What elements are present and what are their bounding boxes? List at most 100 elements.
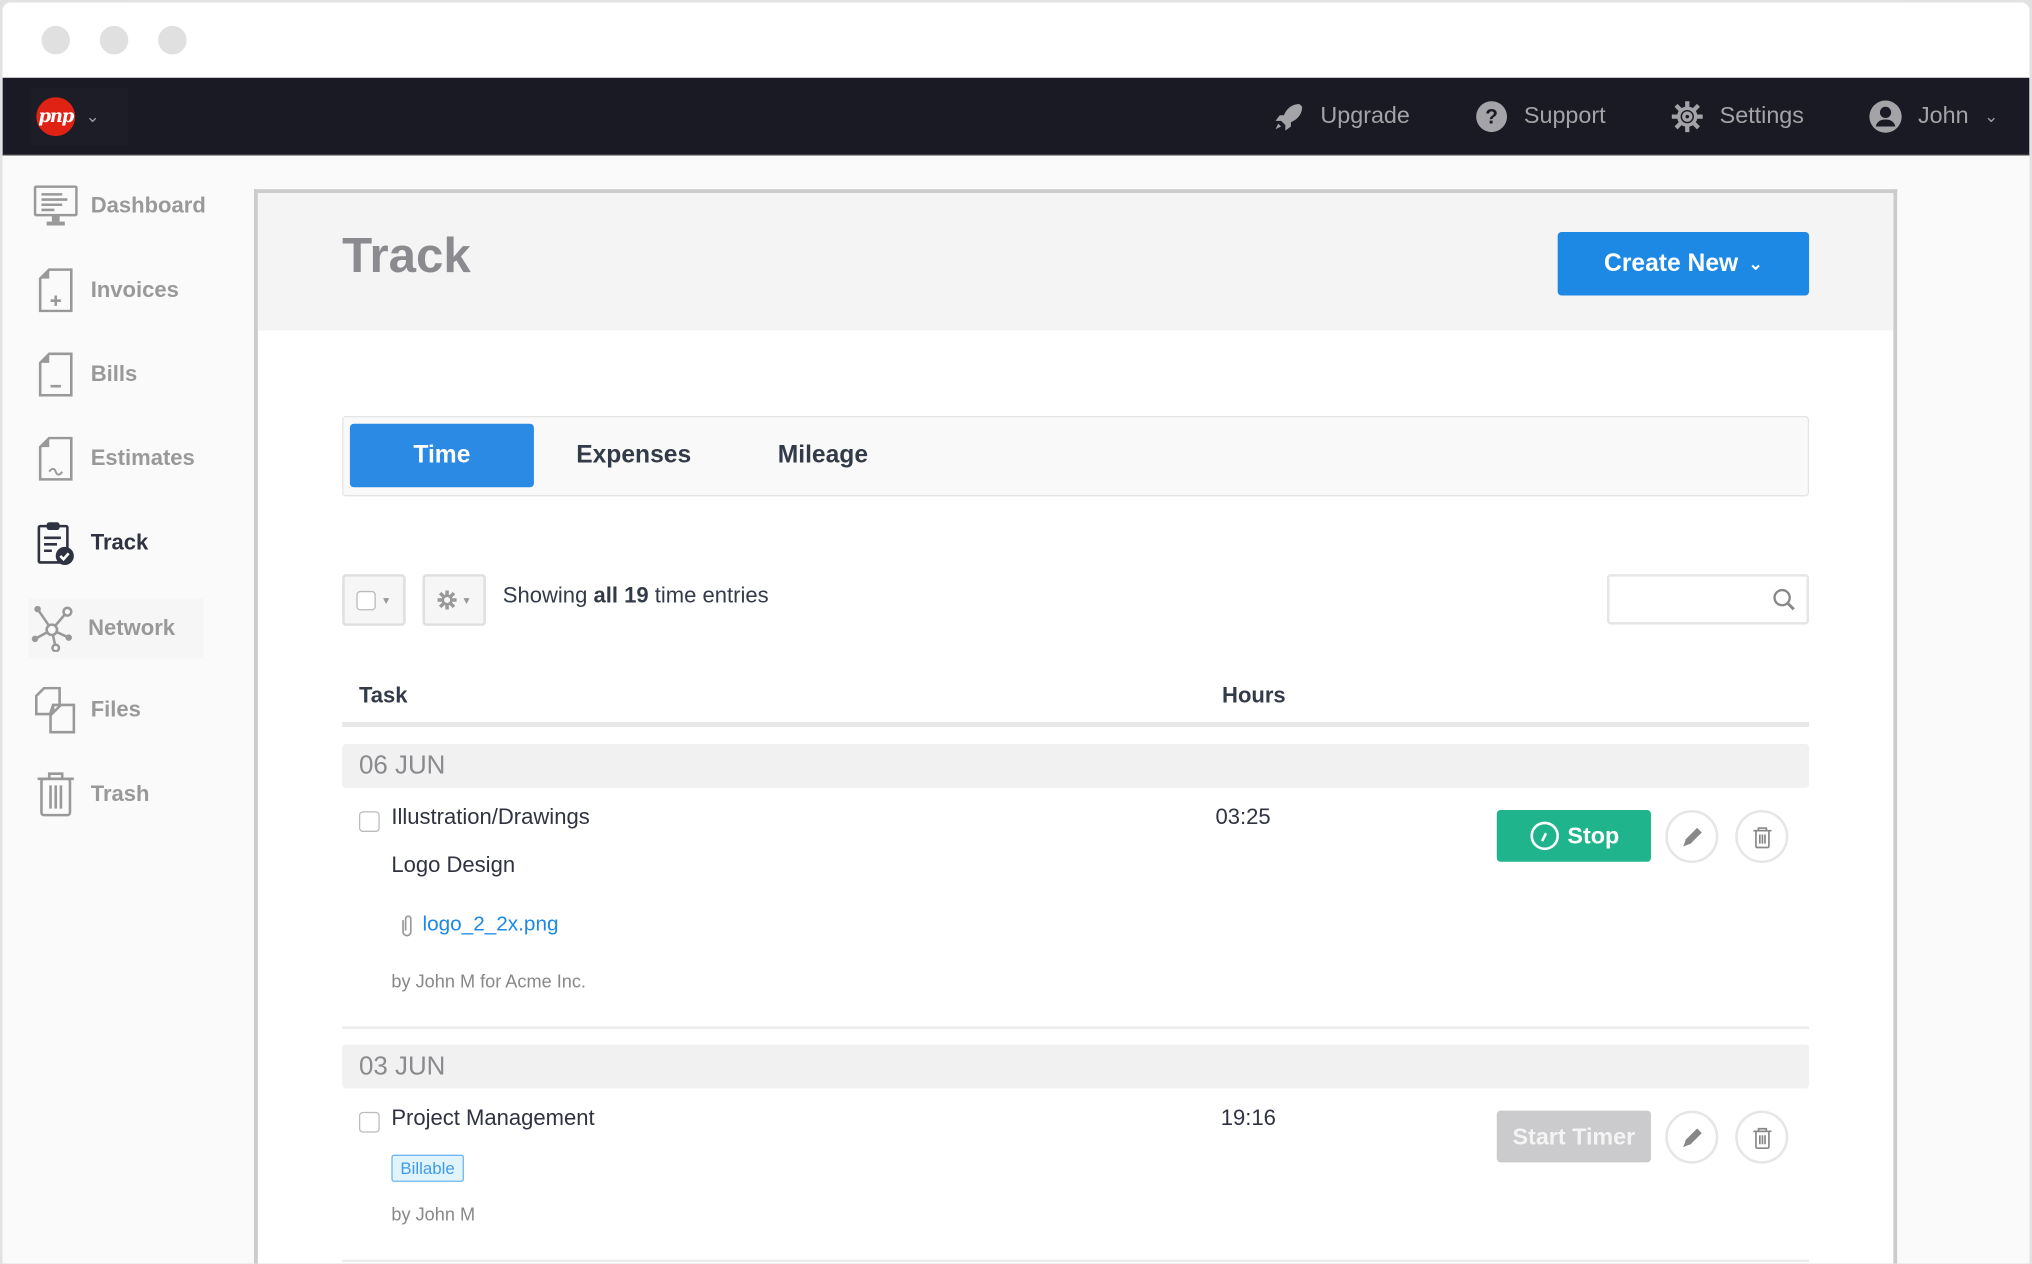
- row-checkbox[interactable]: [358, 1111, 380, 1133]
- pencil-icon: [1682, 1127, 1702, 1147]
- bulk-actions-dropdown[interactable]: ▼: [422, 574, 486, 626]
- track-tabs: Time Expenses Mileage: [342, 415, 1810, 497]
- entries-count-text: Showing all 19 time entries: [503, 583, 769, 609]
- start-timer-label: Start Timer: [1512, 1122, 1636, 1149]
- task-name: Project Management: [391, 1105, 595, 1131]
- edit-entry-button[interactable]: [1665, 809, 1719, 864]
- entry-meta: by John M: [391, 1203, 476, 1225]
- title-bar: [2, 2, 2030, 77]
- pencil-icon: [1682, 827, 1702, 846]
- search-icon[interactable]: [1773, 588, 1796, 611]
- gear-icon: [1671, 100, 1703, 132]
- nav-user-label: John: [1917, 102, 1969, 129]
- task-name: Illustration/Drawings: [391, 804, 590, 830]
- nav-user-menu[interactable]: John ⌄: [1869, 99, 1999, 133]
- sidebar-item-network[interactable]: Network: [28, 598, 204, 659]
- sidebar-item-label: Files: [90, 697, 141, 722]
- stop-label: Stop: [1567, 822, 1620, 849]
- nav-settings[interactable]: Settings: [1670, 99, 1804, 133]
- date-group-header: 03 JUN: [342, 1044, 1810, 1089]
- showing-prefix: Showing: [502, 583, 588, 608]
- task-hours: 03:25: [1215, 804, 1271, 830]
- column-task[interactable]: Task: [359, 683, 408, 709]
- monitor-icon: [31, 183, 80, 230]
- list-toolbar: ▼ ▼ Showing all 19 time entries: [342, 574, 1810, 626]
- sidebar: Dashboard Invoices Bills Estimates Track…: [2, 155, 252, 1264]
- files-icon: [31, 686, 80, 734]
- nav-upgrade[interactable]: Upgrade: [1271, 99, 1410, 133]
- page-header: Track Create New ⌄: [257, 193, 1894, 331]
- sidebar-item-track[interactable]: Track: [31, 514, 148, 571]
- column-hours[interactable]: Hours: [1222, 683, 1286, 709]
- sidebar-item-invoices[interactable]: Invoices: [31, 262, 179, 319]
- network-icon: [29, 605, 78, 652]
- sidebar-item-files[interactable]: Files: [31, 682, 141, 739]
- sidebar-item-dashboard[interactable]: Dashboard: [31, 178, 206, 235]
- sidebar-item-estimates[interactable]: Estimates: [31, 430, 195, 487]
- sidebar-item-label: Invoices: [90, 277, 179, 302]
- window-close-button[interactable]: [41, 25, 70, 55]
- sidebar-item-label: Trash: [90, 781, 150, 807]
- rocket-icon: [1275, 103, 1303, 131]
- tab-time[interactable]: Time: [349, 423, 534, 488]
- sidebar-item-label: Bills: [90, 361, 138, 387]
- window-minimize-button[interactable]: [99, 25, 129, 55]
- select-all-dropdown[interactable]: ▼: [342, 574, 406, 626]
- main-panel: Track Create New ⌄ Time Expenses Mileage …: [253, 189, 1898, 1264]
- caret-down-icon: ▼: [461, 594, 472, 606]
- table-row: Project Management 19:16 Billable by Joh…: [342, 1100, 1809, 1256]
- invoice-icon: [31, 267, 80, 314]
- logo: pnp: [36, 97, 76, 137]
- bill-icon: [31, 351, 80, 398]
- search-input[interactable]: [1617, 576, 1766, 620]
- clipboard-check-icon: [31, 520, 80, 567]
- stop-timer-button[interactable]: Stop: [1496, 809, 1651, 862]
- sidebar-item-bills[interactable]: Bills: [31, 346, 137, 403]
- sidebar-item-label: Track: [90, 530, 149, 555]
- checkbox-icon: [356, 590, 376, 610]
- edit-entry-button[interactable]: [1665, 1110, 1719, 1164]
- nav-settings-label: Settings: [1719, 102, 1804, 129]
- app-window: pnp ⌄ Upgrade ? Support Settings John ⌄: [2, 2, 2030, 1264]
- sidebar-item-label: Network: [88, 615, 176, 641]
- chevron-down-icon: ⌄: [1984, 105, 1999, 126]
- table-row: Illustration/Drawings 03:25 Logo Design …: [342, 800, 1809, 1020]
- attachment-link[interactable]: logo_2_2x.png: [399, 913, 559, 937]
- create-new-button[interactable]: Create New ⌄: [1557, 231, 1810, 296]
- caret-down-icon: ▼: [381, 594, 392, 606]
- app-switcher[interactable]: pnp ⌄: [31, 88, 129, 146]
- entry-meta: by John M for Acme Inc.: [391, 970, 586, 992]
- showing-count: 19: [624, 583, 649, 608]
- attachment-name: logo_2_2x.png: [422, 913, 559, 936]
- table-header: Task Hours: [342, 678, 1810, 727]
- delete-entry-button[interactable]: [1735, 1110, 1789, 1164]
- task-hours: 19:16: [1220, 1105, 1276, 1131]
- trash-icon: [1752, 1127, 1771, 1149]
- row-divider: [342, 1026, 1810, 1029]
- search-box: [1606, 574, 1810, 625]
- window-maximize-button[interactable]: [158, 25, 187, 55]
- billable-badge: Billable: [391, 1154, 464, 1182]
- nav-support[interactable]: ? Support: [1475, 99, 1606, 133]
- paperclip-icon: [402, 915, 412, 937]
- nav-support-label: Support: [1523, 102, 1606, 129]
- estimate-icon: [31, 435, 80, 482]
- date-group-header: 06 JUN: [342, 743, 1810, 788]
- timer-icon: [1529, 821, 1559, 851]
- svg-text:?: ?: [1485, 105, 1498, 128]
- start-timer-button[interactable]: Start Timer: [1496, 1110, 1651, 1163]
- delete-entry-button[interactable]: [1735, 809, 1789, 864]
- nav-upgrade-label: Upgrade: [1320, 102, 1410, 129]
- page-title: Track: [342, 229, 471, 284]
- date-label: 03 JUN: [358, 1052, 446, 1081]
- tab-mileage[interactable]: Mileage: [732, 424, 913, 487]
- showing-suffix: time entries: [654, 583, 769, 608]
- sidebar-item-trash[interactable]: Trash: [31, 766, 149, 823]
- row-divider: [342, 1259, 1810, 1263]
- user-icon: [1869, 99, 1902, 133]
- row-checkbox[interactable]: [358, 811, 380, 832]
- create-new-label: Create New: [1604, 249, 1739, 277]
- tab-expenses[interactable]: Expenses: [543, 424, 724, 487]
- date-label: 06 JUN: [358, 751, 446, 781]
- chevron-down-icon: ⌄: [1748, 253, 1763, 273]
